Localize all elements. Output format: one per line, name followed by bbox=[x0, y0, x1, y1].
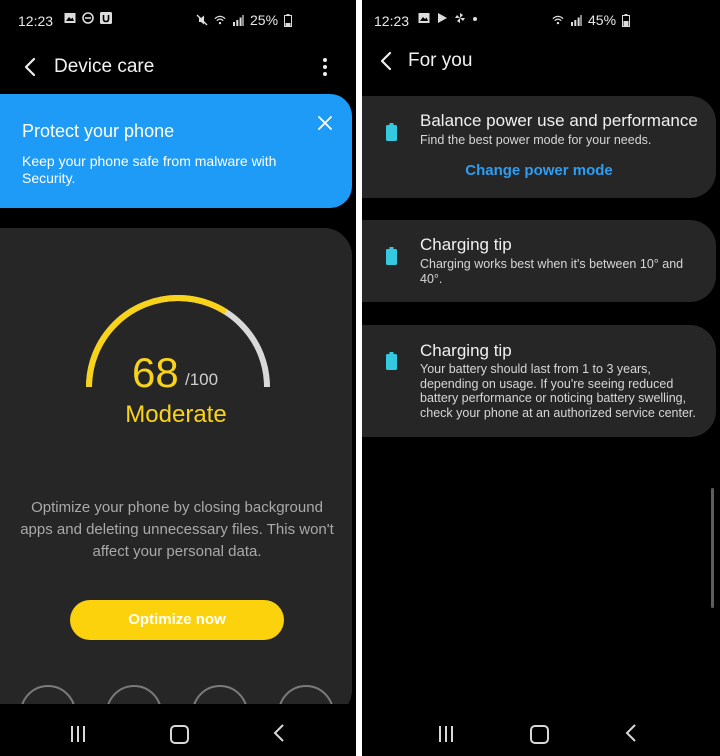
score-max: /100 bbox=[185, 370, 219, 389]
battery-icon bbox=[386, 247, 397, 265]
play-store-icon bbox=[438, 13, 447, 23]
page-title: For you bbox=[408, 50, 473, 71]
app-bar: Device care bbox=[0, 44, 356, 88]
navigation-bar bbox=[362, 704, 720, 756]
status-bar: 12:23 25% bbox=[0, 0, 356, 44]
banner-title: Protect your phone bbox=[22, 121, 175, 141]
battery-percent: 45% bbox=[588, 12, 617, 28]
pinwheel-icon bbox=[455, 13, 465, 23]
more-notifications-icon bbox=[473, 17, 477, 21]
signal-icon bbox=[233, 15, 244, 26]
home-icon[interactable] bbox=[530, 725, 549, 744]
card-body: Your battery should last from 1 to 3 yea… bbox=[420, 362, 696, 420]
scrollbar[interactable] bbox=[711, 488, 714, 608]
score-value: 68 bbox=[132, 349, 179, 396]
nav-back-icon[interactable] bbox=[625, 724, 637, 742]
system-icons: 45% bbox=[552, 12, 631, 28]
page-title: Device care bbox=[54, 56, 155, 77]
notification-icons bbox=[418, 12, 478, 24]
card-title: Charging tip bbox=[420, 341, 512, 360]
card-body: Charging works best when it's between 10… bbox=[420, 257, 684, 286]
status-time: 12:23 bbox=[374, 13, 410, 29]
status-bar: 12:23 45% bbox=[362, 0, 720, 44]
gallery-icon bbox=[64, 13, 76, 23]
score-status: Moderate bbox=[125, 401, 227, 428]
battery-level-icon bbox=[622, 13, 631, 27]
optimize-description: Optimize your phone by closing backgroun… bbox=[20, 499, 334, 560]
recent-apps-icon[interactable] bbox=[69, 726, 87, 742]
nav-back-icon[interactable] bbox=[273, 724, 285, 742]
system-icons: 25% bbox=[196, 12, 293, 28]
battery-level-icon bbox=[284, 13, 293, 27]
mute-icon bbox=[196, 14, 208, 26]
for-you-screen: 12:23 45% For you Balance power use and … bbox=[362, 0, 720, 756]
card-title: Balance power use and performance bbox=[420, 111, 698, 130]
battery-percent: 25% bbox=[250, 12, 279, 28]
card-title: Charging tip bbox=[420, 235, 512, 254]
banner-body: Keep your phone safe from malware with S… bbox=[22, 153, 277, 186]
security-banner[interactable] bbox=[0, 94, 352, 208]
gallery-icon bbox=[418, 13, 430, 23]
battery-icon bbox=[386, 352, 397, 370]
change-power-mode-link[interactable]: Change power mode bbox=[362, 162, 716, 179]
wifi-icon bbox=[552, 15, 564, 25]
close-icon[interactable] bbox=[316, 114, 334, 132]
home-icon[interactable] bbox=[170, 725, 189, 744]
do-not-disturb-icon bbox=[82, 12, 94, 24]
battery-icon bbox=[386, 123, 397, 141]
wifi-icon bbox=[214, 15, 226, 25]
status-time: 12:23 bbox=[18, 13, 54, 29]
device-care-screen: 12:23 25% Device care Protect your phone… bbox=[0, 0, 356, 756]
recent-apps-icon[interactable] bbox=[437, 726, 455, 742]
back-arrow-icon[interactable] bbox=[20, 56, 42, 78]
optimize-now-button[interactable]: Optimize now bbox=[70, 600, 284, 640]
signal-icon bbox=[571, 15, 582, 26]
navigation-bar bbox=[0, 704, 356, 756]
back-arrow-icon[interactable] bbox=[376, 50, 398, 72]
app-u-icon bbox=[100, 12, 112, 24]
notification-icons bbox=[64, 12, 112, 24]
more-options-icon[interactable] bbox=[322, 58, 328, 78]
app-bar: For you bbox=[362, 40, 720, 84]
card-body: Find the best power mode for your needs. bbox=[420, 133, 652, 147]
